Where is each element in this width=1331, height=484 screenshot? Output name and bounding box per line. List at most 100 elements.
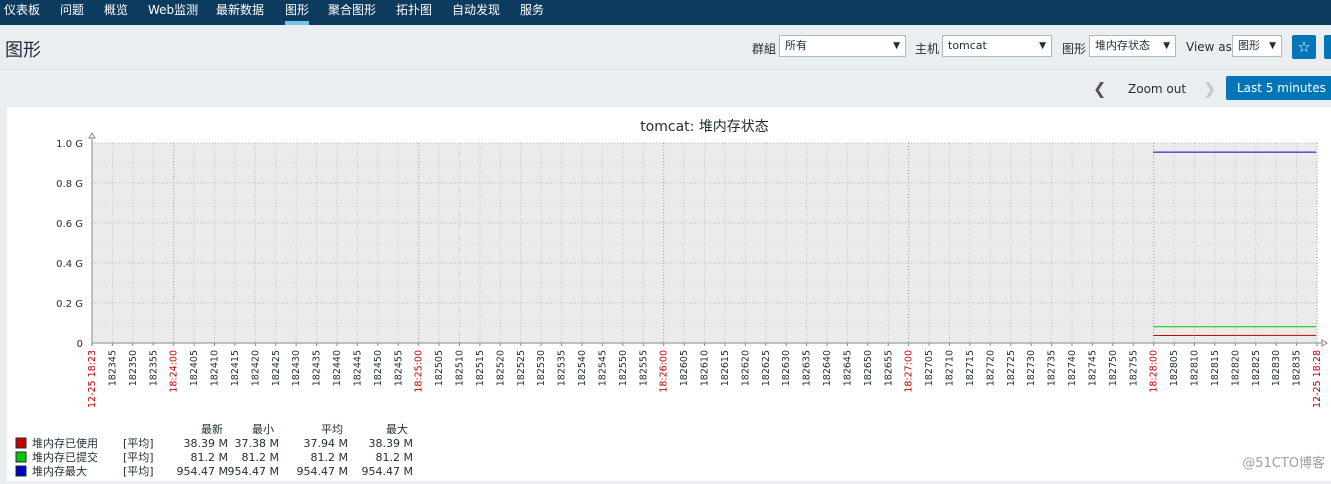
legend-series-name: 堆内存已使用 bbox=[32, 436, 98, 450]
x-tick-label: 182505 bbox=[434, 350, 445, 386]
x-tick-label: 182830 bbox=[1271, 350, 1282, 386]
x-tick-label: 182815 bbox=[1210, 350, 1221, 386]
x-tick-label: 182750 bbox=[1108, 350, 1119, 386]
legend-swatch bbox=[16, 466, 26, 476]
previous-period-button[interactable]: ❮ bbox=[1093, 79, 1106, 98]
x-tick-label: 182435 bbox=[312, 350, 323, 386]
x-tick-label: 182635 bbox=[802, 350, 813, 386]
favorite-button[interactable]: ☆ bbox=[1292, 35, 1316, 59]
legend-value-max: 38.39 M bbox=[369, 437, 413, 450]
y-axis-arrow bbox=[89, 133, 95, 138]
group-select-value: 所有 bbox=[785, 39, 807, 52]
x-axis-arrow bbox=[1322, 340, 1327, 346]
chevron-down-icon: ▼ bbox=[893, 36, 900, 56]
legend-header: 平均 bbox=[321, 423, 343, 436]
x-tick-label: 182515 bbox=[475, 350, 486, 386]
chevron-down-icon: ▼ bbox=[1269, 36, 1276, 56]
x-tick-label: 182605 bbox=[679, 350, 690, 386]
zoom-out-button[interactable]: Zoom out bbox=[1128, 82, 1186, 96]
x-tick-label: 182730 bbox=[1026, 350, 1037, 386]
legend-header: 最新 bbox=[201, 422, 223, 436]
graph-select[interactable]: 堆内存状态 ▼ bbox=[1089, 35, 1176, 57]
page-header: 图形 群組 所有 ▼ 主机 tomcat ▼ 图形 堆内存状态 ▼ View a… bbox=[0, 25, 1331, 70]
x-tick-label: 12-25 18:23 bbox=[87, 350, 98, 408]
x-tick-label: 182420 bbox=[250, 350, 261, 386]
chevron-down-icon: ▼ bbox=[1163, 36, 1170, 56]
x-tick-label: 182650 bbox=[863, 350, 874, 386]
x-tick-label: 182755 bbox=[1128, 350, 1139, 386]
y-tick-label: 0.8 G bbox=[56, 179, 83, 190]
nav-item[interactable]: 拓扑图 bbox=[396, 0, 432, 25]
x-tick-label: 182425 bbox=[271, 350, 282, 386]
x-tick-label: 182520 bbox=[495, 350, 506, 386]
x-tick-label: 182455 bbox=[393, 350, 404, 386]
chevron-right-icon: ❯ bbox=[1203, 79, 1216, 98]
watermark: @51CTO博客 bbox=[1242, 452, 1325, 471]
x-tick-label: 182810 bbox=[1190, 350, 1201, 386]
x-tick-label: 182440 bbox=[332, 350, 343, 386]
x-tick-label: 182740 bbox=[1067, 350, 1078, 386]
x-tick-label: 182710 bbox=[945, 350, 956, 386]
legend-value-min: 954.47 M bbox=[228, 465, 279, 478]
host-select[interactable]: tomcat ▼ bbox=[942, 35, 1052, 57]
x-tick-label: 18:28:00 bbox=[1149, 350, 1160, 393]
chart-title: tomcat: 堆内存状态 bbox=[640, 119, 769, 135]
legend-header: 最大 bbox=[386, 422, 408, 436]
graph-panel: tomcat: 堆内存状态00.2 G0.4 G0.6 G0.8 G1.0 G1… bbox=[7, 107, 1331, 481]
next-period-button[interactable]: ❯ bbox=[1203, 79, 1216, 98]
graph-select-value: 堆内存状态 bbox=[1095, 39, 1150, 52]
x-tick-label: 182545 bbox=[597, 350, 608, 386]
legend-series-name: 堆内存已提交 bbox=[32, 450, 98, 464]
star-icon: ☆ bbox=[1297, 38, 1310, 56]
legend-value-avg: 37.94 M bbox=[304, 437, 348, 450]
x-tick-label: 182835 bbox=[1292, 350, 1303, 386]
time-controls: ❮ Zoom out ❯ Last 5 minutes bbox=[0, 70, 1331, 106]
y-tick-label: 0.4 G bbox=[56, 259, 83, 270]
x-tick-label: 182610 bbox=[700, 350, 711, 386]
graph-chart: tomcat: 堆内存状态00.2 G0.4 G0.6 G0.8 G1.0 G1… bbox=[7, 107, 1331, 481]
x-tick-label: 182820 bbox=[1230, 350, 1241, 386]
x-tick-label: 182355 bbox=[148, 350, 159, 386]
page-title: 图形 bbox=[5, 36, 41, 62]
legend-value-max: 81.2 M bbox=[376, 451, 413, 464]
x-tick-label: 182350 bbox=[128, 350, 139, 386]
x-tick-label: 182415 bbox=[230, 350, 241, 386]
legend-value-min: 81.2 M bbox=[242, 451, 279, 464]
y-tick-label: 0.6 G bbox=[56, 219, 83, 230]
legend-function: [平均] bbox=[123, 465, 154, 478]
nav-item[interactable]: 最新数据 bbox=[216, 0, 264, 25]
x-tick-label: 182825 bbox=[1251, 350, 1262, 386]
x-tick-label: 182445 bbox=[352, 350, 363, 386]
x-tick-label: 182640 bbox=[822, 350, 833, 386]
nav-item[interactable]: 仪表板 bbox=[4, 0, 40, 25]
nav-item[interactable]: 概览 bbox=[104, 0, 128, 25]
time-period-button[interactable]: Last 5 minutes bbox=[1226, 76, 1331, 100]
x-tick-label: 182345 bbox=[107, 350, 118, 386]
x-tick-label: 182550 bbox=[618, 350, 629, 386]
x-tick-label: 18:26:00 bbox=[659, 350, 670, 393]
nav-item[interactable]: 聚合图形 bbox=[328, 0, 376, 25]
legend-function: [平均] bbox=[123, 437, 154, 450]
legend-value-avg: 81.2 M bbox=[311, 451, 348, 464]
nav-item[interactable]: 问题 bbox=[60, 0, 84, 25]
x-tick-label: 182530 bbox=[536, 350, 547, 386]
y-tick-label: 0.2 G bbox=[56, 299, 83, 310]
nav-item[interactable]: Web监测 bbox=[148, 0, 198, 25]
legend-header: 最小 bbox=[252, 423, 274, 436]
time-period-label: Last 5 minutes bbox=[1237, 81, 1326, 95]
viewas-select[interactable]: 图形 ▼ bbox=[1232, 35, 1282, 57]
group-select[interactable]: 所有 ▼ bbox=[779, 35, 906, 57]
nav-item[interactable]: 服务 bbox=[520, 0, 544, 25]
legend-value-latest: 38.39 M bbox=[184, 437, 228, 450]
x-tick-label: 18:27:00 bbox=[904, 350, 915, 393]
x-tick-label: 182430 bbox=[291, 350, 302, 386]
fullscreen-button[interactable] bbox=[1324, 35, 1331, 59]
legend-value-latest: 954.47 M bbox=[177, 465, 228, 478]
x-tick-label: 182555 bbox=[638, 350, 649, 386]
nav-item[interactable]: 图形 bbox=[285, 0, 309, 25]
x-tick-label: 182745 bbox=[1087, 350, 1098, 386]
x-tick-label: 182645 bbox=[842, 350, 853, 386]
x-tick-label: 182535 bbox=[557, 350, 568, 386]
x-tick-label: 182410 bbox=[210, 350, 221, 386]
nav-item[interactable]: 自动发现 bbox=[452, 0, 500, 25]
